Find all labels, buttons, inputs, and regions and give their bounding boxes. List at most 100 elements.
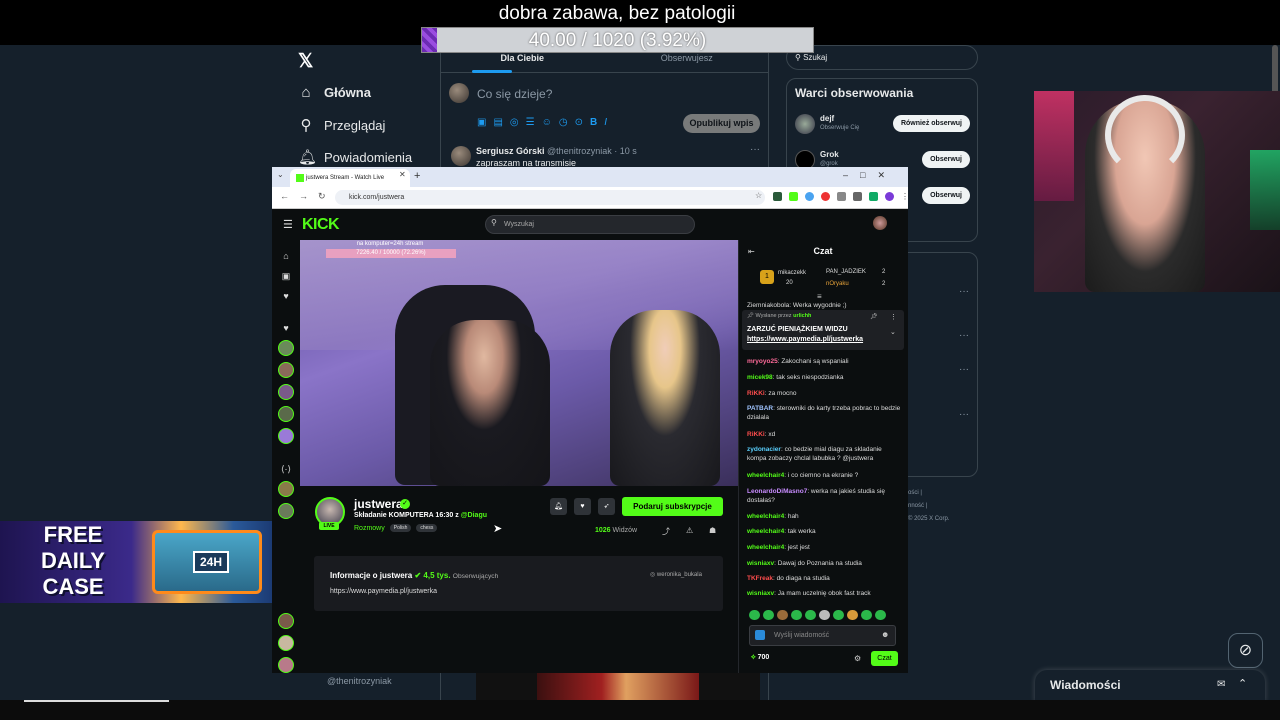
emote-icon[interactable] [847,610,858,620]
new-tab-icon[interactable]: + [414,170,420,182]
nav-item-notifications[interactable]: 🔔︎ Powiadomienia [298,148,412,166]
follow-back-button[interactable]: Również obserwuj [892,115,970,132]
tweet-author[interactable]: Sergiusz Górski @thenitrozyniak · 10 s [476,146,637,156]
puzzle-icon[interactable] [837,192,846,201]
post-button[interactable]: Opublikuj wpis [683,114,760,133]
kick-search-input[interactable]: Wyszukaj [485,215,695,234]
tab-list-icon[interactable]: ⌄ [277,170,284,179]
emote-icon[interactable] [763,610,774,620]
footer-link[interactable]: nność | [908,500,949,513]
follow-button[interactable]: Obserwuj [922,151,970,168]
grok-icon[interactable]: ◎ [510,117,519,128]
avatar[interactable] [449,83,469,103]
extension-icon[interactable] [821,192,830,201]
close-tab-icon[interactable]: ✕ [399,170,406,179]
maximize-icon[interactable]: □ [860,170,865,181]
grok-button[interactable]: ⊘ [1228,633,1263,668]
forward-icon[interactable]: → [299,191,308,202]
extension-icon[interactable] [789,192,798,201]
footer-link[interactable]: ości | [908,487,949,500]
stream-title-mention[interactable]: @Diagu [461,512,487,519]
chat-username[interactable]: PATBAR [747,405,773,412]
more-icon[interactable]: ··· [959,364,969,375]
extension-icon[interactable] [773,192,782,201]
following-heart-icon[interactable]: ♥ [280,291,292,301]
url-input[interactable]: kick.com/justwera [335,190,765,205]
extension-icon[interactable] [805,192,814,201]
more-icon[interactable]: ··· [959,409,969,420]
expand-leaderboard-icon[interactable]: ≡ [817,292,822,301]
browse-icon[interactable]: ▣ [280,271,292,282]
close-icon[interactable]: ✕ [877,170,885,181]
pinned-by-user[interactable]: urlichh [793,313,811,319]
leaderboard-user[interactable]: mikaczekk [778,270,806,276]
x-logo-icon[interactable]: 𝕏 [298,50,313,73]
emote-icon[interactable] [819,610,830,620]
kick-logo[interactable]: KICK [302,216,340,234]
compose-input[interactable]: Co się dzieje? [477,87,552,101]
chat-username[interactable]: wheelchair4 [747,528,784,535]
reload-icon[interactable]: ↻ [318,191,326,202]
share-icon[interactable]: ⤴ [662,526,670,537]
browser-tab[interactable]: justwera Stream - Watch Live [290,169,410,187]
recommended-channel-avatar[interactable] [278,503,294,519]
home-icon[interactable]: ⌂ [280,251,292,261]
hamburger-icon[interactable]: ☰ [283,218,293,231]
follow-heart-icon[interactable]: ♥ [574,498,591,515]
more-icon[interactable]: ··· [959,330,969,341]
expand-icon[interactable]: ⌃ [1238,677,1247,690]
media-icon[interactable] [853,192,862,201]
chevron-down-icon[interactable]: ⌄ [890,328,896,336]
gift-arrow-icon[interactable]: ➶ [598,498,615,515]
recommended-channel-avatar[interactable] [278,657,294,673]
emote-icon[interactable] [777,610,788,620]
follow-button[interactable]: Obserwuj [922,187,970,204]
chat-username[interactable]: wheelchair4 [747,544,784,551]
chat-username[interactable]: RiKKi [747,431,765,438]
compose-message-icon[interactable]: ✉ [1217,679,1225,690]
chat-username[interactable]: wheelchair4 [747,513,784,520]
followed-channel-avatar[interactable] [278,384,294,400]
category-link[interactable]: Rozmowy [354,525,385,532]
location-icon[interactable]: ⊙ [575,117,583,128]
emoji-icon[interactable]: ☺ [542,117,552,128]
emote-icon[interactable] [875,610,886,620]
gift-subscription-button[interactable]: Podaruj subskrypcje [622,497,723,516]
chat-username[interactable]: TKFreak [747,575,773,582]
image-icon[interactable]: ▣ [477,117,486,128]
back-icon[interactable]: ← [280,191,289,202]
more-icon[interactable]: ⋮ [890,313,897,321]
chat-username[interactable]: wheelchair4 [747,472,784,479]
chat-username[interactable]: LeonardoDiMasno7 [747,488,807,495]
tag[interactable]: chess [416,524,438,532]
follow-suggestion[interactable]: dejf Obserwuje Cię Również obserwuj [795,112,970,136]
chat-username[interactable]: micek98 [747,374,773,381]
chat-message-input[interactable]: Wyślij wiadomość [749,625,896,646]
user-icon[interactable]: ☗ [709,526,716,535]
streamer-name[interactable]: justwera [354,497,403,511]
avatar[interactable] [451,146,471,166]
recommended-channel-avatar[interactable] [278,481,294,497]
nav-item-explore[interactable]: ⚲ Przeglądaj [298,116,386,134]
followed-channel-avatar[interactable] [278,362,294,378]
recommended-channel-avatar[interactable] [278,635,294,651]
avatar[interactable] [873,216,887,230]
poll-icon[interactable]: ☰ [526,117,535,128]
tag[interactable]: Polish [389,524,412,532]
emote-icon[interactable] [833,610,844,620]
emoji-icon[interactable]: ☻ [881,630,889,639]
extension-icon[interactable] [869,192,878,201]
instagram-link[interactable]: ◎ weronika_bukala [650,571,702,578]
emote-icon[interactable] [749,610,760,620]
chat-username[interactable]: mryoyo25 [747,358,778,365]
recommended-channel-avatar[interactable] [278,613,294,629]
followed-channel-avatar[interactable] [278,406,294,422]
chat-username[interactable]: zydonacier [747,446,781,453]
emote-icon[interactable] [791,610,802,620]
schedule-icon[interactable]: ◷ [559,117,568,128]
report-icon[interactable]: ⚠ [686,526,693,535]
chat-username[interactable]: wisniaxv [747,560,774,567]
send-chat-button[interactable]: Czat [871,651,898,666]
followed-channel-avatar[interactable] [278,340,294,356]
nav-item-home[interactable]: ⌂ Główna [298,84,370,101]
